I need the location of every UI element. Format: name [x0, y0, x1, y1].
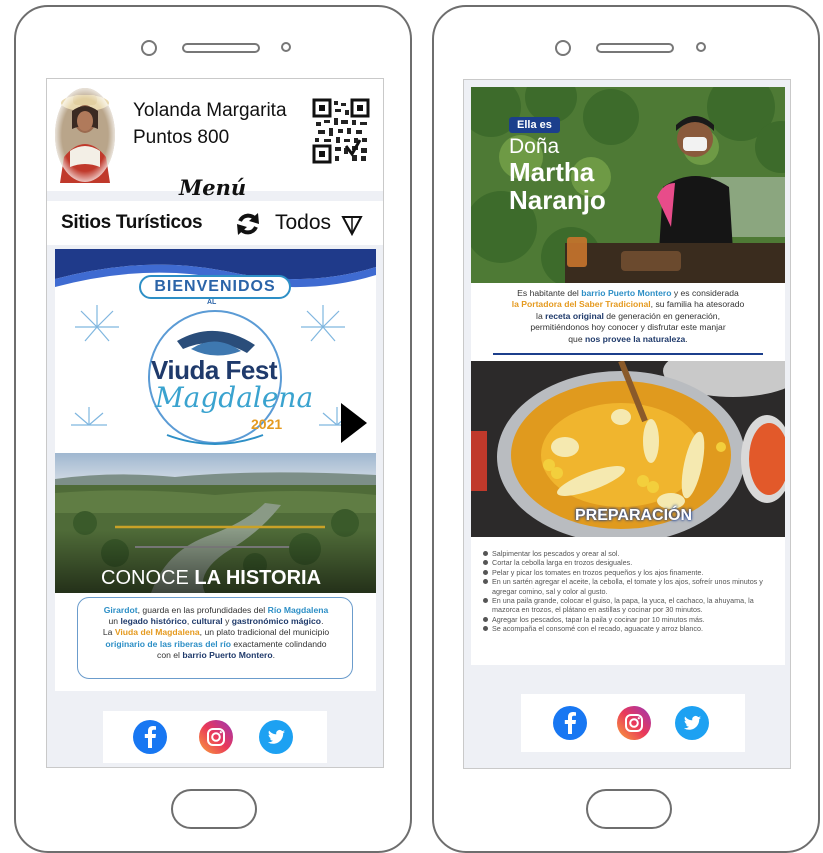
text-gastronomico: gastronómico mágico	[231, 616, 322, 627]
steps-list: Salpimentar los pescados y orear al sol.…	[483, 549, 779, 634]
text-fragment: .	[321, 616, 324, 627]
social-footer	[521, 694, 745, 752]
text-fragment: exactamente colindando	[231, 638, 327, 649]
story-card: Es habitante del barrio Puerto Montero y…	[471, 283, 785, 361]
text-fragment: que	[568, 333, 586, 344]
text-fragment: y	[222, 616, 232, 627]
sensor-dot	[696, 42, 706, 52]
text-fragment: , guarda en las profundidades del	[137, 605, 268, 615]
home-button[interactable]	[586, 789, 672, 829]
left-phone-frame: Yolanda Margarita Puntos 800 Menú Sitios…	[14, 5, 412, 853]
avatar[interactable]	[54, 87, 116, 183]
social-footer	[103, 711, 327, 763]
history-title-bold: LA HISTORIA	[194, 567, 322, 589]
earpiece-speaker	[182, 43, 260, 53]
text-girardot: Girardot	[103, 605, 138, 615]
qr-code-icon[interactable]	[312, 98, 370, 164]
text-viuda: Viuda del Magdalena	[114, 627, 200, 638]
ella-es-badge: Ella es	[509, 117, 560, 133]
river-photo[interactable]: CONOCE LA HISTORIA	[55, 453, 376, 593]
step-item: Se acompaña el consomé con el recado, ag…	[483, 624, 779, 633]
hero-photo[interactable]: Ella es Doña Martha Naranjo	[471, 87, 785, 283]
history-card: Girardot, guarda en las profundidades de…	[55, 593, 376, 691]
logo-year: 2021	[251, 416, 283, 432]
text-puerto-montero: barrio Puerto Montero	[182, 649, 273, 660]
user-name: Yolanda Margarita	[133, 100, 287, 121]
home-button[interactable]	[171, 789, 257, 829]
refresh-icon[interactable]	[235, 211, 261, 237]
right-phone-frame: Ella es Doña Martha Naranjo Es habitante…	[432, 5, 820, 853]
story-text: Es habitante del barrio Puerto Montero y…	[481, 288, 775, 345]
title-naranjo: Naranjo	[509, 185, 606, 215]
text-legado: legado histórico	[120, 616, 187, 627]
text-riberas: originario de las riberas del río	[105, 638, 232, 649]
text-fragment: , un plato tradicional del municipio	[199, 627, 330, 638]
step-item: Pelar y picar los tomates en trozos pequ…	[483, 568, 779, 577]
welcome-text: BIENVENIDOS	[154, 278, 276, 295]
title-dona: Doña	[509, 135, 560, 158]
logo-line2: Magdalena	[155, 381, 314, 414]
filter-dropdown[interactable]: Todos	[275, 211, 331, 235]
welcome-badge: BIENVENIDOS	[139, 275, 291, 299]
earpiece-speaker	[596, 43, 674, 53]
user-points: Puntos 800	[133, 127, 230, 148]
menu-bar: Sitios Turísticos Todos	[47, 201, 383, 245]
facebook-icon[interactable]	[553, 706, 587, 740]
front-camera	[555, 40, 571, 56]
step-item: Salpimentar los pescados y orear al sol.	[483, 549, 779, 558]
step-item: Cortar la cebolla larga en trozos desigu…	[483, 558, 779, 567]
text-fragment: y es considerada	[671, 288, 739, 298]
title-martha: Martha	[509, 157, 595, 187]
right-screen: Ella es Doña Martha Naranjo Es habitante…	[463, 79, 791, 769]
text-fragment: un	[108, 616, 121, 627]
text-fragment: la	[536, 310, 546, 321]
instagram-icon[interactable]	[199, 720, 233, 754]
text-fragment: , su familia ha atesorado	[650, 299, 745, 310]
welcome-al: AL	[207, 299, 217, 306]
play-icon[interactable]	[339, 401, 369, 445]
text-cultural: cultural	[191, 616, 223, 627]
instagram-icon[interactable]	[617, 706, 651, 740]
text-fragment: .	[685, 333, 688, 344]
menu-title: Menú	[179, 175, 247, 200]
step-item: En una paila grande, colocar el guiso, l…	[483, 596, 779, 615]
steps-card: Salpimentar los pescados y orear al sol.…	[471, 537, 785, 665]
text-fragment: La	[102, 627, 115, 638]
history-title: CONOCE LA HISTORIA	[101, 567, 321, 590]
text-portadora: la Portadora del Saber Tradicional	[511, 299, 651, 310]
text-barrio: barrio Puerto Montero	[581, 288, 672, 298]
text-fragment: con el	[157, 649, 183, 660]
history-title-light: CONOCE	[101, 567, 189, 589]
text-fragment: permitiéndonos hoy conocer y disfrutar e…	[530, 322, 726, 333]
twitter-icon[interactable]	[259, 720, 293, 754]
text-receta: receta original	[545, 310, 604, 321]
text-fragment: de generación en generación,	[603, 310, 720, 321]
sensor-dot	[281, 42, 291, 52]
front-camera	[141, 40, 157, 56]
text-fragment: Es habitante del	[517, 288, 582, 298]
text-naturaleza: nos provee la naturaleza	[585, 333, 686, 344]
text-rio-magdalena: Río Magdalena	[267, 605, 329, 615]
twitter-icon[interactable]	[675, 706, 709, 740]
category-label[interactable]: Sitios Turísticos	[61, 212, 203, 234]
filter-triangle-icon[interactable]	[341, 214, 363, 237]
facebook-icon[interactable]	[133, 720, 167, 754]
text-fragment: .	[272, 649, 275, 660]
soup-photo[interactable]: PREPARACIÓN	[471, 361, 785, 537]
left-screen: Yolanda Margarita Puntos 800 Menú Sitios…	[46, 78, 384, 768]
history-text: Girardot, guarda en las profundidades de…	[73, 605, 359, 661]
story-underline	[493, 353, 763, 355]
step-item: En un sartén agregar el aceite, la cebol…	[483, 577, 779, 596]
festival-banner[interactable]: BIENVENIDOS AL Viuda Fest Magdalena 2021	[55, 249, 376, 453]
prep-label: PREPARACIÓN	[575, 507, 693, 524]
step-item: Agregar los pescados, tapar la paila y c…	[483, 615, 779, 624]
